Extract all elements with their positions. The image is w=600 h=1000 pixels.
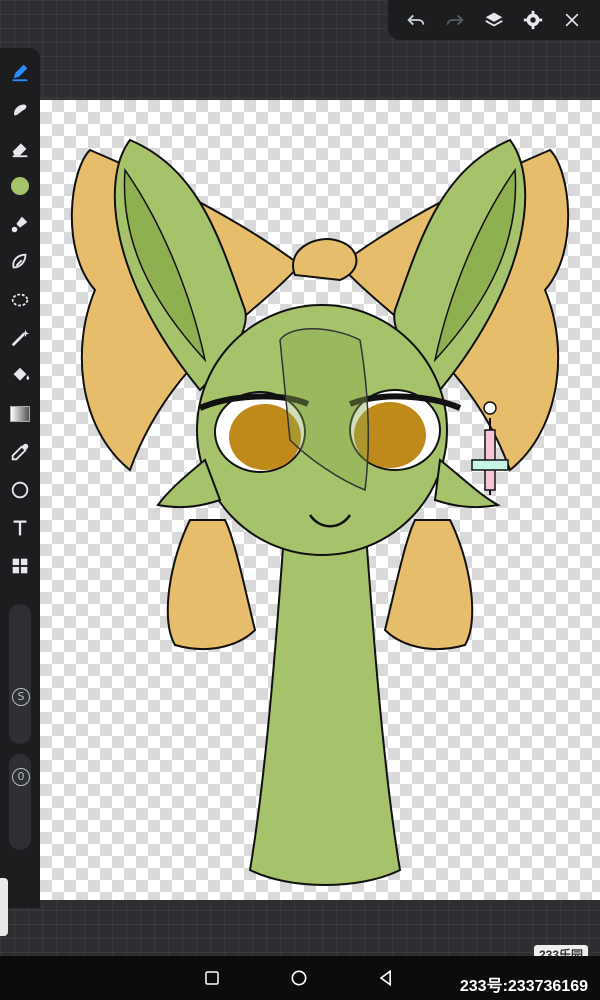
opacity-label: 0 <box>12 768 30 786</box>
eyedropper-icon[interactable] <box>6 438 34 466</box>
text-icon[interactable] <box>6 514 34 542</box>
redo-icon[interactable] <box>441 6 469 34</box>
close-icon[interactable] <box>558 6 586 34</box>
artwork <box>70 138 570 886</box>
pen-icon[interactable] <box>6 58 34 86</box>
layers-icon[interactable] <box>480 6 508 34</box>
recents-icon[interactable] <box>200 966 224 990</box>
gradient-icon[interactable] <box>6 400 34 428</box>
opacity-slider[interactable]: 0 <box>9 754 31 850</box>
top-toolbar <box>388 0 600 40</box>
fill-icon[interactable] <box>6 362 34 390</box>
panel-drag-handle[interactable] <box>0 878 8 936</box>
eraser-icon[interactable] <box>6 134 34 162</box>
watermark-id: 233号:233736169 <box>459 978 588 995</box>
smudge-icon[interactable] <box>6 96 34 124</box>
color-swatch[interactable] <box>6 172 34 200</box>
drawing-canvas[interactable] <box>40 100 600 900</box>
back-icon[interactable] <box>374 966 398 990</box>
tool-sidebar: S 0 <box>0 48 40 908</box>
brush-icon[interactable] <box>6 210 34 238</box>
lasso-icon[interactable] <box>6 248 34 276</box>
size-label: S <box>12 688 30 706</box>
shape-icon[interactable] <box>6 476 34 504</box>
grid-icon[interactable] <box>6 552 34 580</box>
settings-icon[interactable] <box>519 6 547 34</box>
magic-wand-icon[interactable] <box>6 324 34 352</box>
brush-size-slider[interactable]: S <box>9 604 31 744</box>
home-icon[interactable] <box>287 966 311 990</box>
select-icon[interactable] <box>6 286 34 314</box>
undo-icon[interactable] <box>402 6 430 34</box>
